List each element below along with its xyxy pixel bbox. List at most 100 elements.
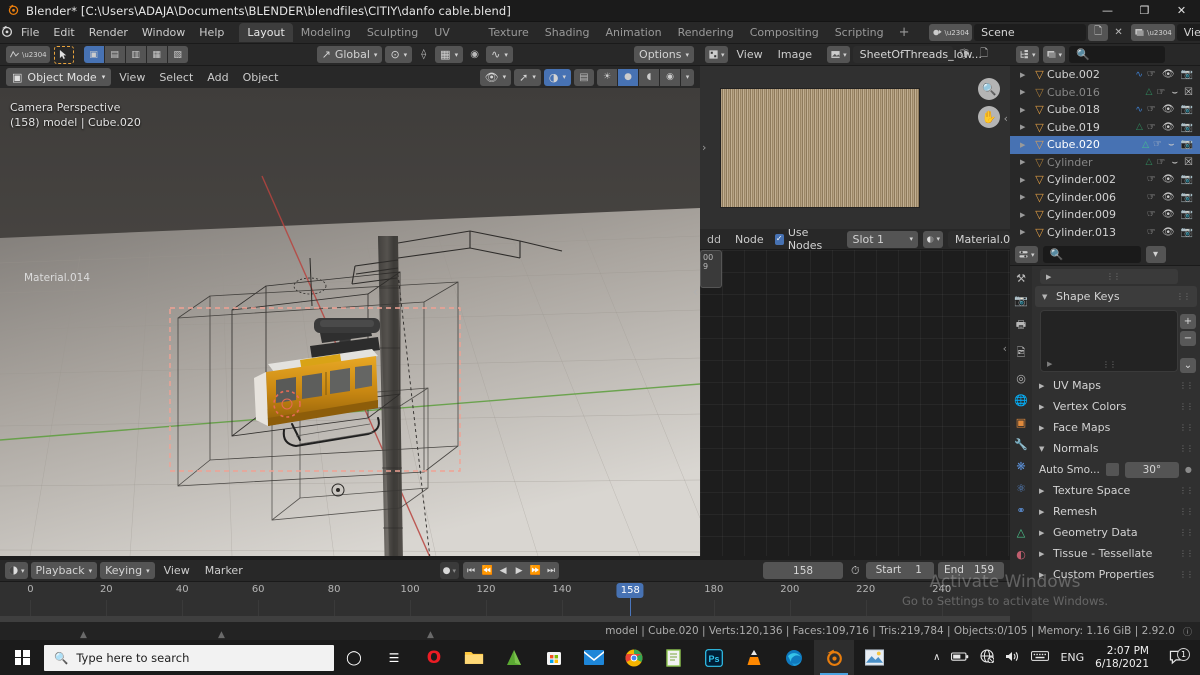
object-icon[interactable]: ▣ <box>1016 416 1026 429</box>
next-keyframe-icon[interactable]: ⏩ <box>527 562 543 579</box>
select-mode-subtract-icon[interactable]: ▥ <box>125 46 146 63</box>
selectable-icon[interactable]: ☞ <box>1147 192 1156 203</box>
material-slot-dropdown[interactable]: Slot 1 ▾ <box>847 230 918 248</box>
image-sidebar-toggle-right[interactable]: ‹ <box>1004 112 1008 125</box>
close-button[interactable]: ✕ <box>1163 0 1200 22</box>
expand-icon[interactable]: ▶ <box>1020 176 1032 184</box>
viewport-menu-add[interactable]: Add <box>201 71 234 84</box>
expand-icon[interactable]: ▶ <box>1020 193 1032 201</box>
selectable-icon[interactable]: ☞ <box>1153 139 1162 150</box>
expand-icon[interactable]: ▶ <box>1020 228 1032 236</box>
tab-layout[interactable]: Layout <box>239 23 293 42</box>
outliner-row-cube-016[interactable]: ▶ ▽ Cube.016 △ ☞ ⌣ ☒ <box>1010 84 1200 102</box>
hide-viewport-icon[interactable]: 👁 <box>1162 174 1175 185</box>
mail-icon[interactable] <box>574 640 614 675</box>
tab-modeling[interactable]: Modeling <box>293 23 359 42</box>
taskbar-clock[interactable]: 2:07 PM 6/18/2021 <box>1095 645 1149 671</box>
outliner-row-cylinder-002[interactable]: ▶ ▽ Cylinder.002 ☞ 👁 📷 <box>1010 171 1200 189</box>
sketchup-icon[interactable] <box>494 640 534 675</box>
cortana-icon[interactable]: ◯ <box>334 640 374 675</box>
disable-render-icon[interactable]: 📷 <box>1181 122 1193 133</box>
properties-panel-list[interactable]: ▶ ⋮⋮ ▼ Shape Keys ⋮⋮ ▶ ⋮⋮ + − ⌄ ▶ UV Maps… <box>1032 266 1200 622</box>
tab-sculpting[interactable]: Sculpting <box>359 23 426 42</box>
material-sphere-icon[interactable]: ▾ <box>923 230 943 248</box>
properties-expand-button[interactable]: ▾ <box>1145 246 1166 263</box>
shape-keys-list-footer[interactable]: ▶ ⋮⋮ <box>1041 357 1177 371</box>
viewport-menu-view[interactable]: View <box>113 71 151 84</box>
add-shape-key-button[interactable]: + <box>1180 314 1196 329</box>
blender-logo-icon[interactable] <box>0 24 14 41</box>
battery-icon[interactable] <box>951 651 969 665</box>
viewport-sidebar-toggle[interactable]: ‹ <box>693 285 698 300</box>
selectable-icon[interactable]: ☞ <box>1156 87 1165 98</box>
shading-wireframe-icon[interactable]: ☀ <box>597 68 617 86</box>
animate-property-dot[interactable]: ● <box>1185 465 1192 474</box>
hand-icon[interactable]: ✋ <box>978 106 1000 128</box>
outliner-filter-icon[interactable]: ▾ <box>1042 46 1066 63</box>
shading-material-preview-icon[interactable]: ◖ <box>639 68 659 86</box>
tab-shading[interactable]: Shading <box>537 23 598 42</box>
shader-menu-node[interactable]: Node <box>729 233 770 246</box>
disable-render-icon[interactable]: 📷 <box>1181 174 1193 185</box>
hide-viewport-icon[interactable]: 👁 <box>1162 122 1175 133</box>
outliner-row-cube-018[interactable]: ▶ ▽ Cube.018 ∿ ☞ 👁 📷 <box>1010 101 1200 119</box>
playback-dropdown[interactable]: Playback ▾ <box>30 562 98 579</box>
world-icon[interactable]: 🌐 <box>1014 394 1028 407</box>
outliner-search-input[interactable]: 🔍 <box>1069 46 1166 63</box>
chrome-icon[interactable] <box>614 640 654 675</box>
shape-key-specials-menu[interactable]: ⌄ <box>1180 358 1196 373</box>
keying-options-icon[interactable]: ▾ <box>453 567 457 575</box>
expand-icon[interactable]: ▶ <box>1039 487 1047 495</box>
disable-render-icon[interactable]: ☒ <box>1184 157 1193 168</box>
shader-node-partial[interactable]: 00 9 <box>700 250 722 288</box>
view-layer-icon[interactable]: 🖻 <box>1017 344 1026 363</box>
expand-icon[interactable]: ▶ <box>1020 141 1032 149</box>
menu-file[interactable]: File <box>14 24 46 41</box>
taskbar-search-input[interactable]: 🔍 Type here to search <box>44 644 334 671</box>
image-editor-icon[interactable]: ▾ <box>705 46 728 63</box>
outliner-row-cylinder-013[interactable]: ▶ ▽ Cylinder.013 ☞ 👁 📷 <box>1010 224 1200 242</box>
hide-viewport-icon[interactable]: ⌣ <box>1171 157 1178 168</box>
panel-uv-maps[interactable]: ▶ UV Maps ⋮⋮ <box>1032 375 1200 396</box>
network-icon[interactable] <box>980 649 995 666</box>
timeline-playhead-handle[interactable]: 158 <box>616 583 644 598</box>
windows-start-icon[interactable] <box>0 640 44 675</box>
maximize-button[interactable]: ❐ <box>1126 0 1163 22</box>
status-info-icon[interactable]: ⓘ <box>1183 625 1192 638</box>
photos-icon[interactable] <box>854 640 894 675</box>
overlays-dropdown[interactable]: ◑ ▾ <box>543 68 571 86</box>
notepad-icon[interactable] <box>654 640 694 675</box>
zoom-icon[interactable]: 🔍 <box>978 78 1000 100</box>
expand-icon[interactable]: ▶ <box>1039 382 1047 390</box>
panel-partial-top[interactable]: ▶ ⋮⋮ <box>1040 269 1178 284</box>
statusbar-handle-mid[interactable]: ▲ <box>218 630 225 640</box>
remove-shape-key-button[interactable]: − <box>1180 331 1196 346</box>
panel-normals[interactable]: ▼ Normals ⋮⋮ <box>1032 438 1200 459</box>
shader-menu-add-partial[interactable]: dd <box>704 233 724 246</box>
modifier-icon[interactable]: 🔧 <box>1014 438 1028 451</box>
menu-window[interactable]: Window <box>135 24 192 41</box>
timeline-editor-icon[interactable]: ▾ <box>5 562 28 579</box>
hide-viewport-icon[interactable]: 👁 <box>1162 104 1175 115</box>
expand-icon[interactable]: ▶ <box>1020 71 1032 79</box>
task-view-icon[interactable]: ☰ <box>374 640 414 675</box>
particles-icon[interactable]: ❋ <box>1016 460 1025 473</box>
select-mode-extend-icon[interactable]: ▤ <box>104 46 125 63</box>
output-icon[interactable]: 🖶 <box>1016 316 1026 335</box>
selectable-icon[interactable]: ☞ <box>1147 69 1156 80</box>
outliner-row-cube-002[interactable]: ▶ ▽ Cube.002 ∿ ☞ 👁 📷 <box>1010 66 1200 84</box>
frame-range-end[interactable]: End 159 <box>937 562 1004 579</box>
view-layer-name-field[interactable]: View Layer <box>1176 24 1200 41</box>
transform-orientation-dropdown[interactable]: ↗ Global ▾ <box>316 46 383 63</box>
expand-icon[interactable]: ▶ <box>1046 273 1054 281</box>
timeline-ruler[interactable]: 0 20 40 60 80 100 120 140 180 200 220 240 158 <box>0 582 1010 622</box>
material-name-field[interactable]: Material.0 <box>948 230 1010 248</box>
select-mode-invert-icon[interactable]: ▦ <box>146 46 167 63</box>
outliner-row-cylinder-006[interactable]: ▶ ▽ Cylinder.006 ☞ 👁 📷 <box>1010 189 1200 207</box>
play-reverse-icon[interactable]: ◀ <box>495 562 511 579</box>
image-menu-view[interactable]: View <box>731 48 769 61</box>
editor-type-icon[interactable]: \u2304 <box>6 46 50 63</box>
hide-viewport-icon[interactable]: 👁 <box>1162 227 1175 238</box>
auto-smooth-angle-field[interactable]: 30° <box>1124 461 1179 478</box>
tab-texture-paint[interactable]: Texture Paint <box>481 23 537 58</box>
